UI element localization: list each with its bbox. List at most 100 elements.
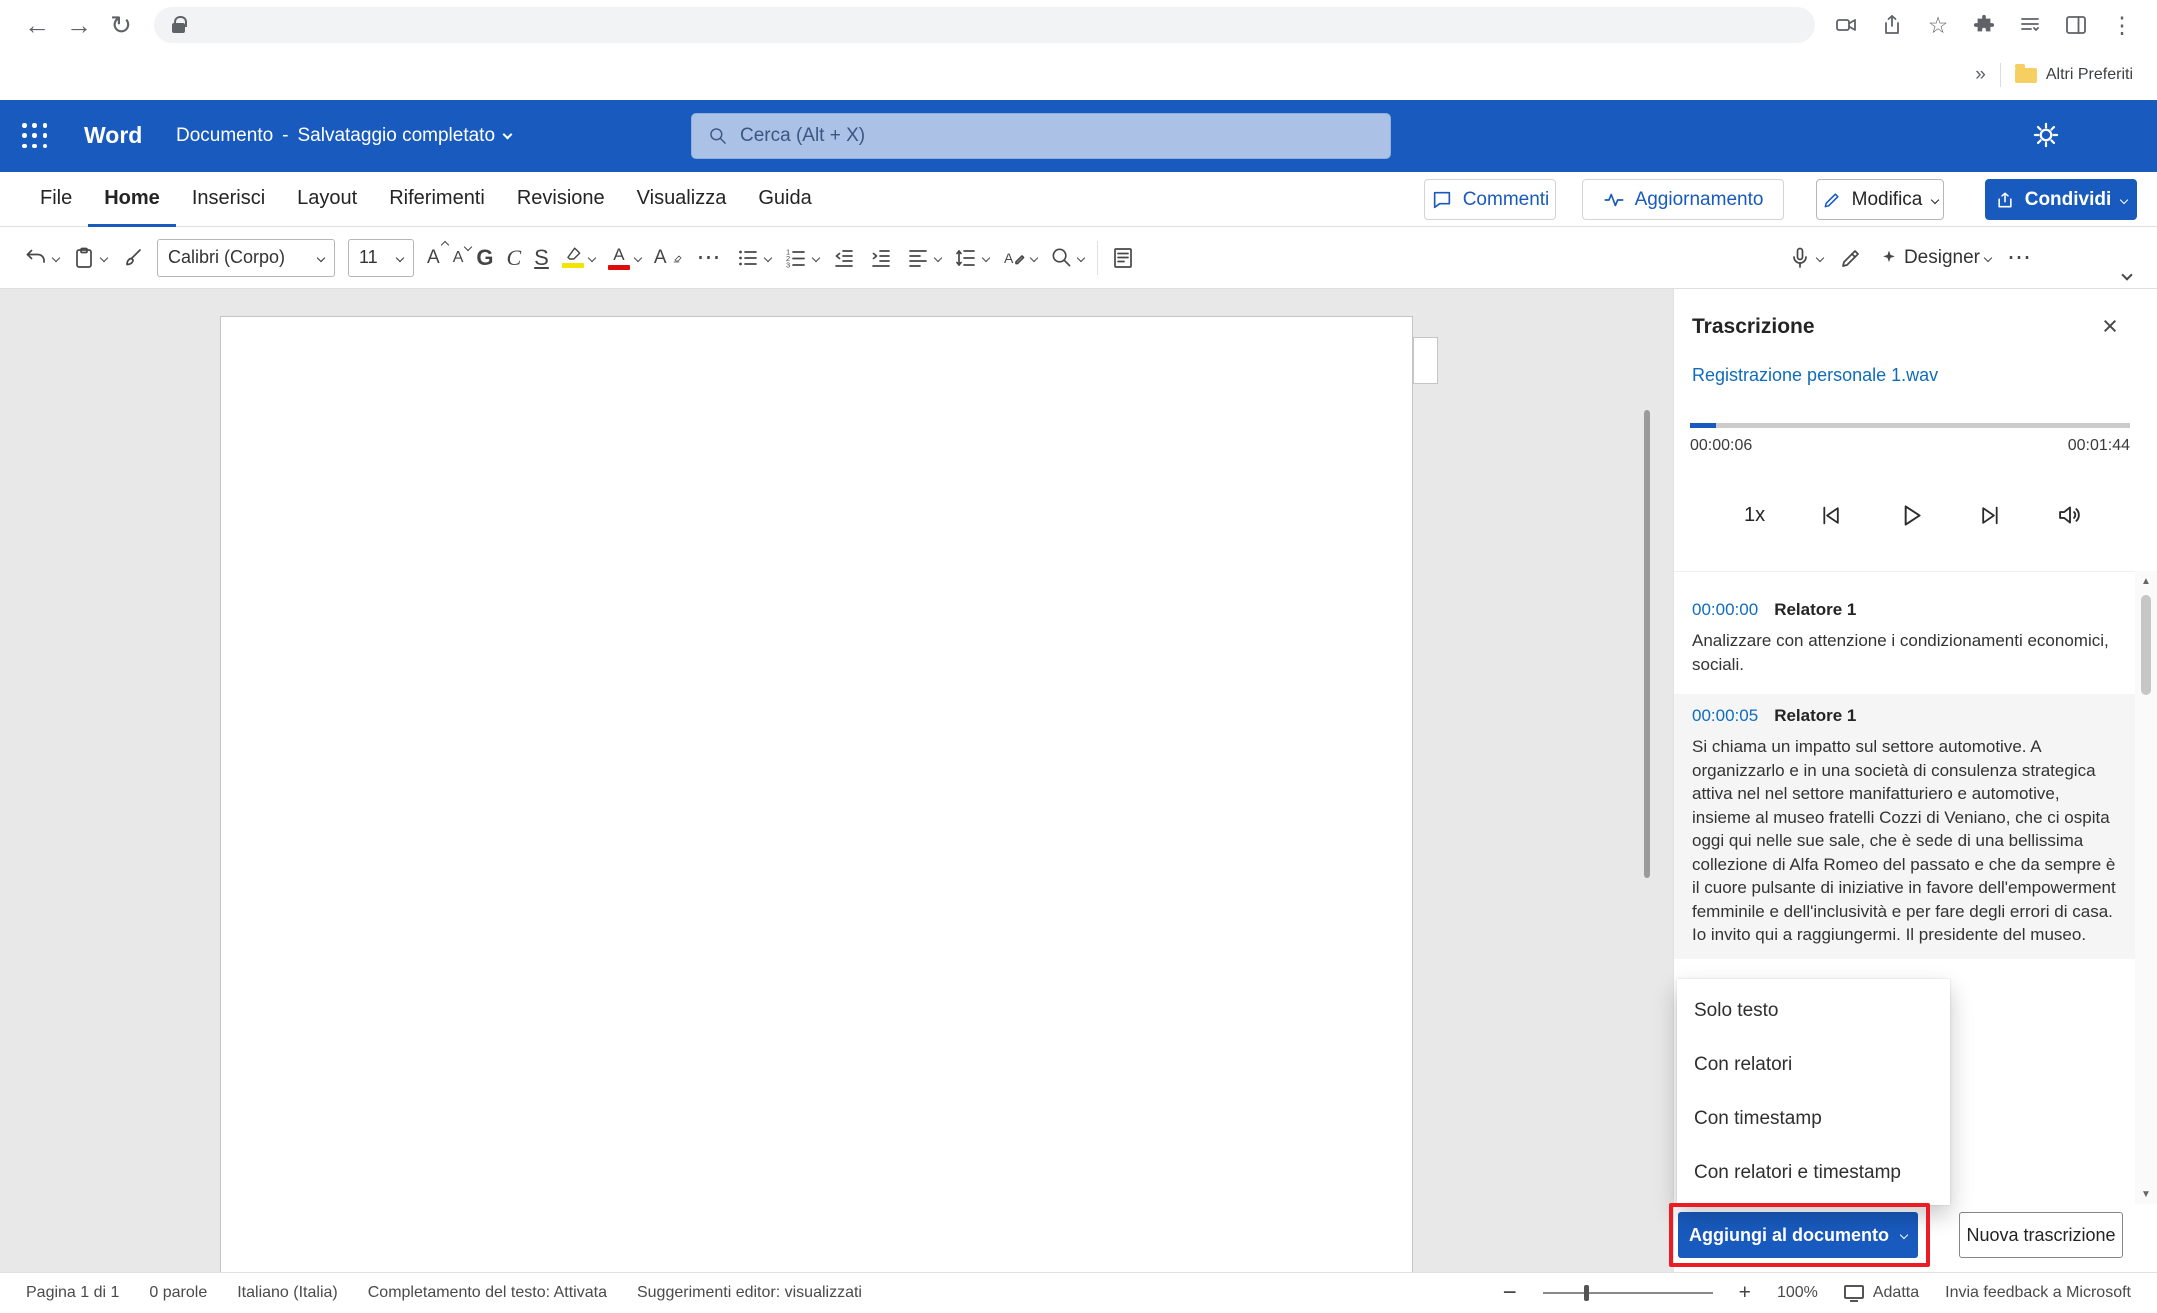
increase-indent-button[interactable] bbox=[869, 246, 893, 270]
chevron-down-icon bbox=[1816, 253, 1824, 261]
zoom-in-button[interactable]: + bbox=[1739, 1281, 1751, 1305]
extensions-icon[interactable] bbox=[1965, 6, 2003, 44]
bullets-button[interactable] bbox=[736, 246, 771, 270]
menu-item-con-timestamp[interactable]: Con timestamp bbox=[1677, 1092, 1950, 1146]
zoom-out-button[interactable]: − bbox=[1503, 1279, 1517, 1307]
skip-forward-icon bbox=[1977, 502, 2004, 529]
more-bookmarks-button[interactable]: » bbox=[1975, 64, 1986, 86]
document-scrollbar[interactable] bbox=[1644, 410, 1650, 878]
editor-suggestions-status[interactable]: Suggerimenti editor: visualizzati bbox=[637, 1284, 862, 1302]
line-spacing-button[interactable] bbox=[954, 246, 989, 270]
styles-button[interactable]: A bbox=[1002, 246, 1037, 270]
skip-forward-button[interactable] bbox=[1977, 502, 2004, 529]
transcript-entry[interactable]: 00:00:00 Relatore 1 Analizzare con atten… bbox=[1674, 588, 2136, 688]
font-name-select[interactable]: Calibri (Corpo) bbox=[157, 239, 335, 277]
tab-home[interactable]: Home bbox=[88, 172, 176, 227]
clear-formatting-button[interactable]: A bbox=[654, 247, 684, 269]
tab-visualizza[interactable]: Visualizza bbox=[621, 172, 743, 227]
dictate-button[interactable] bbox=[1788, 246, 1823, 270]
zoom-slider[interactable] bbox=[1543, 1292, 1713, 1294]
settings-gear-button[interactable] bbox=[2032, 121, 2060, 149]
close-panel-button[interactable]: × bbox=[2093, 309, 2127, 343]
updates-button[interactable]: Aggiornamento bbox=[1582, 179, 1784, 220]
tab-file[interactable]: File bbox=[24, 172, 88, 227]
tab-layout[interactable]: Layout bbox=[281, 172, 373, 227]
media-control-icon[interactable] bbox=[1827, 6, 1865, 44]
navigation-pane-button[interactable] bbox=[1111, 246, 1135, 270]
recording-file-link[interactable]: Registrazione personale 1.wav bbox=[1692, 365, 1938, 386]
more-font-options-icon[interactable]: ⋯ bbox=[697, 243, 723, 272]
page-count[interactable]: Pagina 1 di 1 bbox=[26, 1284, 119, 1302]
playback-speed-button[interactable]: 1x bbox=[1744, 504, 1765, 527]
font-size-select[interactable]: 11 bbox=[348, 239, 414, 277]
comments-button[interactable]: Commenti bbox=[1424, 179, 1556, 220]
text-completion-status[interactable]: Completamento del testo: Attivata bbox=[368, 1284, 607, 1302]
designer-button[interactable]: Designer bbox=[1879, 247, 1991, 269]
comment-marker[interactable] bbox=[1413, 337, 1438, 384]
font-color-button[interactable]: A bbox=[608, 246, 641, 270]
font-color-icon: A bbox=[608, 246, 630, 270]
scroll-up-icon[interactable]: ▲ bbox=[2135, 571, 2157, 591]
bold-button[interactable]: G bbox=[476, 247, 493, 269]
undo-button[interactable] bbox=[24, 246, 59, 270]
browser-menu-icon[interactable]: ⋮ bbox=[2103, 6, 2141, 44]
word-count[interactable]: 0 parole bbox=[149, 1284, 207, 1302]
back-button[interactable]: ← bbox=[16, 4, 58, 46]
document-title-button[interactable]: Documento - Salvataggio completato bbox=[176, 125, 511, 147]
add-to-document-button[interactable]: Aggiungi al documento bbox=[1678, 1212, 1918, 1258]
share-page-icon[interactable] bbox=[1873, 6, 1911, 44]
numbering-button[interactable]: 123 bbox=[784, 246, 819, 270]
new-transcription-button[interactable]: Nuova trascrizione bbox=[1959, 1212, 2123, 1258]
zoom-level[interactable]: 100% bbox=[1777, 1284, 1818, 1302]
feedback-link[interactable]: Invia feedback a Microsoft bbox=[1945, 1284, 2131, 1302]
volume-button[interactable] bbox=[2056, 501, 2084, 529]
tab-riferimenti[interactable]: Riferimenti bbox=[373, 172, 501, 227]
share-button[interactable]: Condividi bbox=[1985, 179, 2137, 220]
find-button[interactable] bbox=[1050, 246, 1084, 269]
eraser-icon bbox=[672, 252, 684, 264]
audio-progress-bar[interactable] bbox=[1690, 423, 2130, 428]
tab-inserisci[interactable]: Inserisci bbox=[176, 172, 281, 227]
side-panel-icon[interactable] bbox=[2057, 6, 2095, 44]
menu-item-con-relatori[interactable]: Con relatori bbox=[1677, 1038, 1950, 1092]
lock-icon[interactable] bbox=[172, 23, 185, 33]
italic-button[interactable]: C bbox=[506, 247, 521, 269]
language-status[interactable]: Italiano (Italia) bbox=[237, 1284, 338, 1302]
menu-item-con-relatori-e-timestamp[interactable]: Con relatori e timestamp bbox=[1677, 1146, 1950, 1200]
document-page[interactable] bbox=[220, 316, 1413, 1272]
scroll-down-icon[interactable]: ▼ bbox=[2135, 1184, 2157, 1204]
header-search[interactable] bbox=[691, 113, 1391, 159]
outdent-icon bbox=[832, 246, 856, 270]
underline-button[interactable]: S bbox=[534, 247, 549, 269]
gear-icon bbox=[2032, 121, 2060, 149]
skip-back-button[interactable] bbox=[1817, 502, 1844, 529]
forward-button[interactable]: → bbox=[58, 4, 100, 46]
scrollbar-thumb[interactable] bbox=[2141, 595, 2151, 695]
paste-button[interactable] bbox=[72, 246, 107, 270]
decrease-indent-button[interactable] bbox=[832, 246, 856, 270]
editor-button[interactable] bbox=[1839, 246, 1863, 270]
search-input[interactable] bbox=[740, 125, 1374, 147]
grow-font-button[interactable]: A bbox=[427, 248, 440, 267]
bookmark-star-icon[interactable]: ☆ bbox=[1919, 6, 1957, 44]
tab-list-icon[interactable] bbox=[2011, 6, 2049, 44]
format-painter-button[interactable] bbox=[120, 246, 144, 270]
fit-to-page-button[interactable]: Adatta bbox=[1844, 1284, 1919, 1302]
transcript-entry[interactable]: 00:00:05 Relatore 1 Si chiama un impatto… bbox=[1674, 694, 2136, 959]
reload-button[interactable]: ↻ bbox=[100, 4, 142, 46]
tab-guida[interactable]: Guida bbox=[742, 172, 827, 227]
tab-revisione[interactable]: Revisione bbox=[501, 172, 621, 227]
transcript-scrollbar[interactable]: ▲ ▼ bbox=[2135, 571, 2157, 1204]
play-button[interactable] bbox=[1896, 501, 1925, 530]
chevron-down-icon bbox=[503, 129, 513, 139]
bookmarks-folder[interactable]: Altri Preferiti bbox=[2015, 66, 2133, 84]
zoom-slider-thumb[interactable] bbox=[1584, 1285, 1589, 1301]
shrink-font-button[interactable]: A bbox=[453, 250, 464, 266]
edit-mode-button[interactable]: Modifica bbox=[1816, 179, 1944, 220]
app-launcher-icon[interactable] bbox=[22, 123, 48, 149]
highlight-button[interactable] bbox=[562, 247, 595, 268]
alignment-button[interactable] bbox=[906, 246, 941, 270]
more-commands-icon[interactable]: ⋯ bbox=[2007, 243, 2033, 272]
menu-item-solo-testo[interactable]: Solo testo bbox=[1677, 984, 1950, 1038]
address-bar[interactable] bbox=[154, 7, 1815, 43]
